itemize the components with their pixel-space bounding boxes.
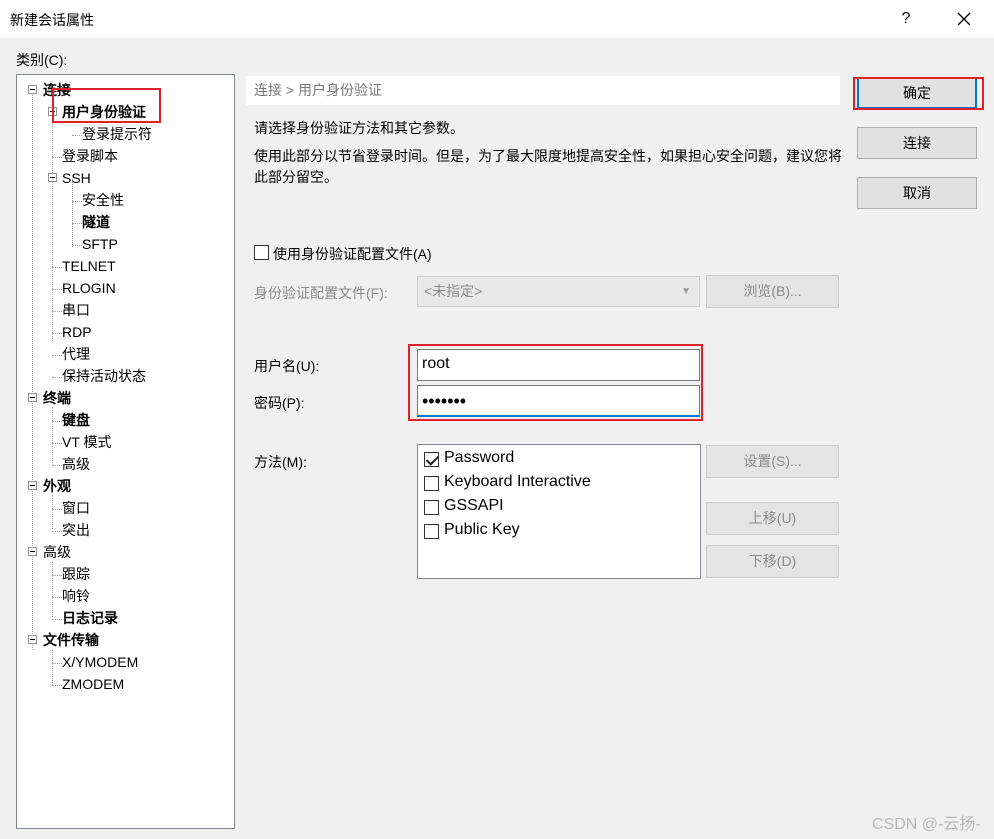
move-down-button: 下移(D) — [706, 545, 839, 578]
watermark: CSDN @-云扬- — [872, 816, 981, 833]
tree-item-sftp[interactable]: SFTP — [82, 234, 118, 254]
profile-file-select-value: <未指定> — [424, 283, 483, 299]
profile-file-label: 身份验证配置文件(F): — [254, 285, 388, 301]
tree-item-trace[interactable]: 跟踪 — [62, 564, 90, 584]
connect-button[interactable]: 连接 — [857, 127, 977, 159]
tree-item-window[interactable]: 窗口 — [62, 498, 90, 518]
expander-icon[interactable] — [28, 635, 37, 644]
tree-item-terminal-advanced[interactable]: 高级 — [62, 454, 90, 474]
tree-item-logging[interactable]: 日志记录 — [62, 608, 118, 628]
tree-item-highlight[interactable]: 突出 — [62, 520, 90, 540]
category-tree[interactable]: 连接 用户身份验证 登录提示符 登录脚本 SSH 安全性 隧道 SFTP TEL… — [16, 74, 235, 829]
tree-item-login-prompt[interactable]: 登录提示符 — [82, 124, 152, 144]
title-bar: 新建会话属性 ? — [0, 0, 994, 38]
profile-file-select: <未指定> ▼ — [417, 276, 700, 307]
category-label: 类别(C): — [16, 52, 68, 68]
tree-item-ssh[interactable]: SSH — [62, 168, 91, 188]
breadcrumb: 连接 > 用户身份验证 — [246, 76, 840, 105]
tree-item-proxy[interactable]: 代理 — [62, 344, 90, 364]
expander-icon[interactable] — [28, 481, 37, 490]
method-keyboard-interactive-label[interactable]: Keyboard Interactive — [444, 473, 591, 491]
tree-item-tunnel[interactable]: 隧道 — [82, 212, 110, 232]
annotation-highlight-credentials — [408, 344, 703, 421]
method-gssapi-label[interactable]: GSSAPI — [444, 497, 504, 515]
method-list[interactable]: Password Keyboard Interactive GSSAPI Pub… — [417, 444, 701, 579]
tree-item-advanced[interactable]: 高级 — [43, 542, 71, 562]
tree-item-xymodem[interactable]: X/YMODEM — [62, 652, 138, 672]
use-profile-label[interactable]: 使用身份验证配置文件(A) — [273, 244, 432, 264]
expander-icon[interactable] — [28, 547, 37, 556]
method-label: 方法(M): — [254, 454, 307, 470]
expander-icon[interactable] — [28, 85, 37, 94]
tree-item-security[interactable]: 安全性 — [82, 190, 124, 210]
tree-item-vt-mode[interactable]: VT 模式 — [62, 432, 112, 452]
chevron-down-icon: ▼ — [681, 286, 691, 297]
tree-item-file-transfer[interactable]: 文件传输 — [43, 630, 99, 650]
password-label: 密码(P): — [254, 395, 305, 411]
tree-item-rdp[interactable]: RDP — [62, 322, 92, 342]
close-icon — [957, 12, 971, 26]
use-profile-checkbox[interactable] — [254, 245, 269, 260]
tree-item-terminal[interactable]: 终端 — [43, 388, 71, 408]
method-password-label[interactable]: Password — [444, 449, 514, 467]
username-label: 用户名(U): — [254, 358, 320, 374]
browse-button: 浏览(B)... — [706, 275, 839, 308]
description-note: 使用此部分以节省登录时间。但是，为了最大限度地提高安全性，如果担心安全问题，建议… — [254, 148, 842, 185]
method-public-key-label[interactable]: Public Key — [444, 521, 520, 539]
move-up-button: 上移(U) — [706, 502, 839, 535]
method-password-checkbox[interactable] — [424, 452, 439, 467]
tree-item-keepalive[interactable]: 保持活动状态 — [62, 366, 146, 386]
tree-item-serial[interactable]: 串口 — [62, 300, 90, 320]
tree-item-zmodem[interactable]: ZMODEM — [62, 674, 124, 694]
tree-item-appearance[interactable]: 外观 — [43, 476, 71, 496]
expander-icon[interactable] — [28, 393, 37, 402]
expander-icon[interactable] — [48, 173, 57, 182]
close-button[interactable] — [942, 4, 986, 34]
description-text: 请选择身份验证方法和其它参数。 — [254, 120, 464, 136]
window-title: 新建会话属性 — [10, 12, 94, 28]
tree-item-rlogin[interactable]: RLOGIN — [62, 278, 116, 298]
method-gssapi-checkbox[interactable] — [424, 500, 439, 515]
tree-item-bell[interactable]: 响铃 — [62, 586, 90, 606]
annotation-highlight-tree — [52, 88, 161, 123]
tree-item-login-script[interactable]: 登录脚本 — [62, 146, 118, 166]
tree-item-keyboard[interactable]: 键盘 — [62, 410, 90, 430]
tree-item-telnet[interactable]: TELNET — [62, 256, 116, 276]
settings-button: 设置(S)... — [706, 445, 839, 478]
help-button[interactable]: ? — [886, 4, 926, 34]
annotation-highlight-ok — [853, 77, 984, 110]
method-public-key-checkbox[interactable] — [424, 524, 439, 539]
method-keyboard-interactive-checkbox[interactable] — [424, 476, 439, 491]
cancel-button[interactable]: 取消 — [857, 177, 977, 209]
